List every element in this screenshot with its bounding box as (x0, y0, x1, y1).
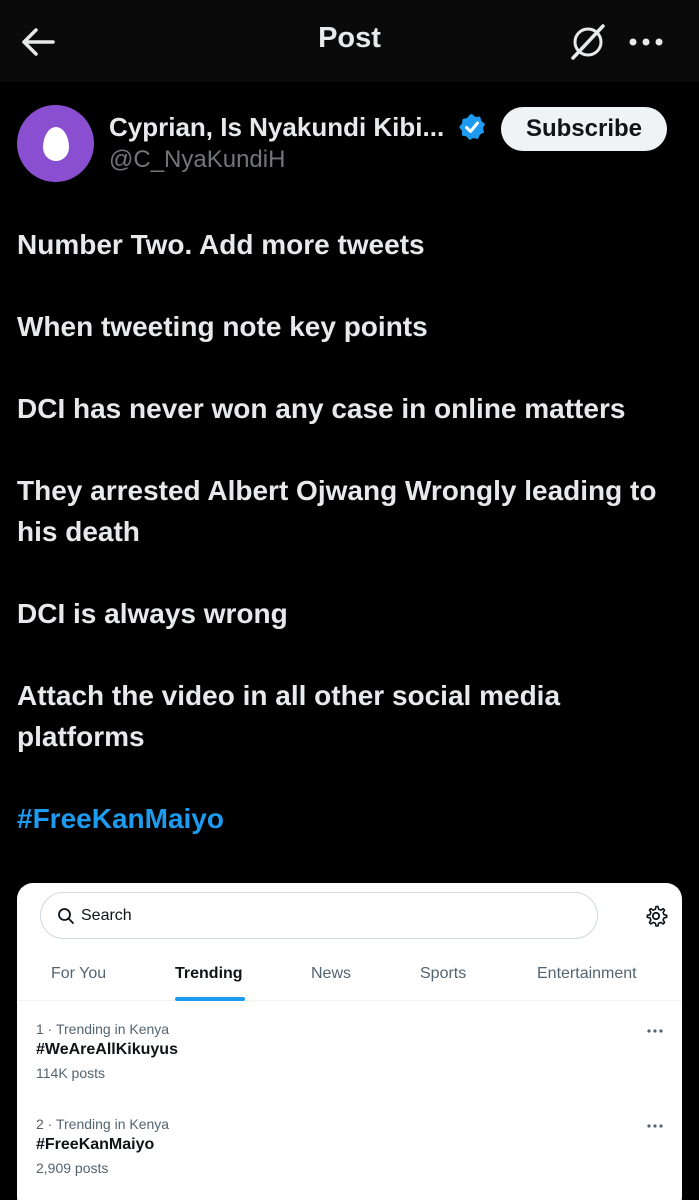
post-line: They arrested Albert Ojwang Wrongly lead… (17, 475, 657, 547)
trend-item[interactable]: 2 · Trending in Kenya #FreeKanMaiyo 2,90… (36, 1116, 666, 1176)
search-icon (58, 907, 74, 924)
more-dots-icon (647, 1029, 663, 1033)
default-egg-icon (42, 126, 69, 161)
author-handle[interactable]: @C_NyaKundiH (109, 146, 285, 174)
author-name[interactable]: Cyprian, Is Nyakundi Kibi... (109, 112, 444, 143)
post-line: DCI is always wrong (17, 598, 288, 629)
trend-post-count: 2,909 posts (36, 1160, 109, 1176)
more-dots-icon (629, 38, 663, 46)
post-text: Number Two. Add more tweets When tweetin… (17, 224, 682, 880)
embedded-image[interactable]: Search For You Trending News Sports Ente… (17, 883, 682, 1200)
more-options-button[interactable] (624, 20, 668, 64)
post-line: Number Two. Add more tweets (17, 229, 425, 260)
search-placeholder: Search (81, 906, 132, 924)
trend-post-count: 114K posts (36, 1065, 106, 1081)
post-line: Attach the video in all other social med… (17, 680, 561, 752)
top-bar: Post (0, 0, 699, 82)
grok-button[interactable] (566, 20, 610, 64)
trend-meta: 2 · Trending in Kenya (36, 1116, 170, 1132)
trend-more-button[interactable] (643, 1118, 667, 1134)
tab-sports[interactable]: Sports (420, 965, 466, 983)
hashtag-link[interactable]: #FreeKanMaiyo (17, 798, 682, 839)
subscribe-button[interactable]: Subscribe (501, 107, 667, 151)
trend-item[interactable]: 1 · Trending in Kenya #WeAreAllKikuyus 1… (36, 1021, 666, 1081)
tab-for-you[interactable]: For You (51, 965, 106, 983)
tab-entertainment[interactable]: Entertainment (537, 965, 637, 983)
tab-news[interactable]: News (311, 965, 351, 983)
tab-trending[interactable]: Trending (175, 965, 243, 983)
trend-hashtag: #FreeKanMaiyo (36, 1136, 155, 1153)
trend-hashtag: #WeAreAllKikuyus (36, 1041, 178, 1058)
avatar[interactable] (17, 105, 94, 182)
post-line: When tweeting note key points (17, 311, 428, 342)
verified-badge-icon (459, 114, 485, 140)
active-tab-indicator (175, 997, 245, 1001)
grok-slash-icon (571, 24, 605, 60)
explore-tabs: For You Trending News Sports Entertainme… (17, 949, 682, 1001)
search-input[interactable]: Search (40, 892, 598, 939)
post-line: DCI has never won any case in online mat… (17, 393, 626, 424)
gear-icon[interactable] (644, 904, 668, 928)
trend-more-button[interactable] (643, 1023, 667, 1039)
trend-meta: 1 · Trending in Kenya (36, 1021, 170, 1037)
more-dots-icon (647, 1124, 663, 1128)
